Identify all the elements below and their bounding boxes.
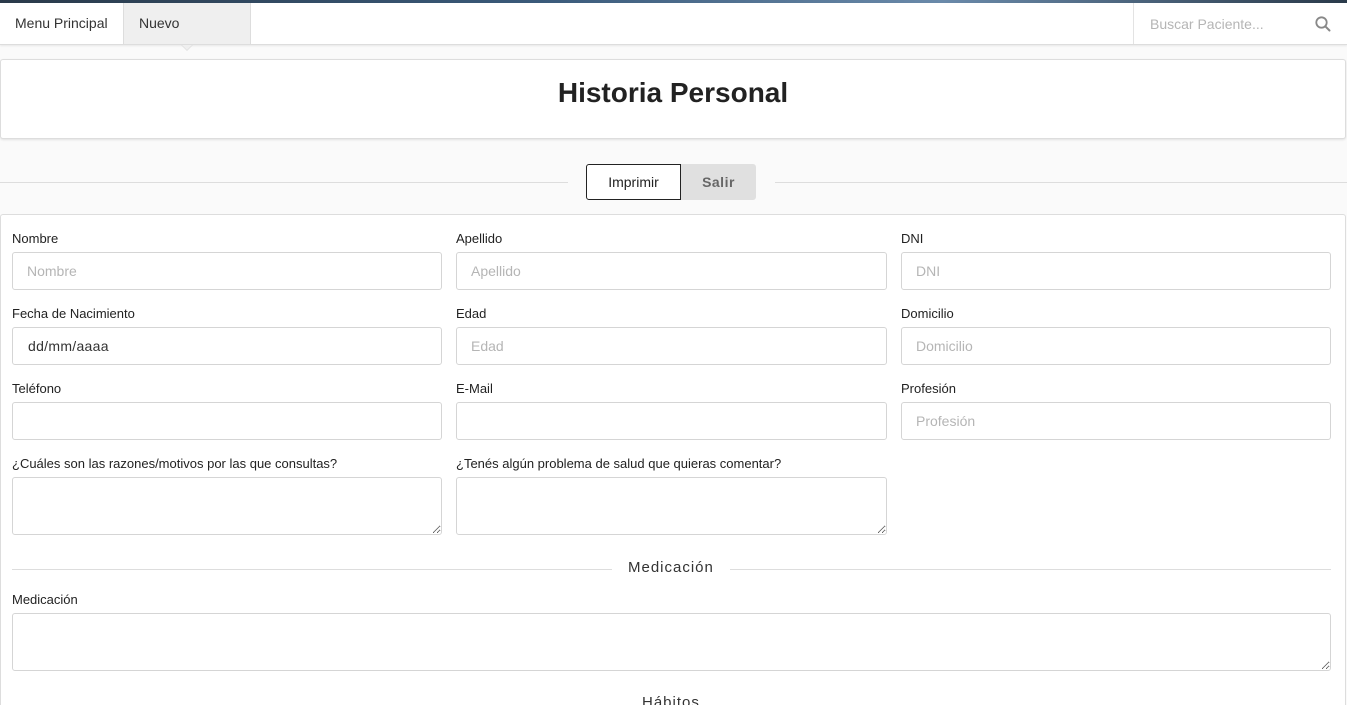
actions-divider-right [775, 182, 1347, 183]
salud-label: ¿Tenés algún problema de salud que quier… [456, 456, 782, 471]
apellido-label: Apellido [456, 231, 503, 246]
page-header-card: Historia Personal [0, 59, 1346, 139]
fecha-nacimiento-label: Fecha de Nacimiento [12, 306, 135, 321]
print-button[interactable]: Imprimir [586, 164, 681, 200]
telefono-label: Teléfono [12, 381, 62, 396]
page-title: Historia Personal [557, 77, 789, 108]
nombre-field[interactable] [12, 252, 442, 290]
razones-textarea[interactable] [12, 477, 442, 535]
patient-search [1133, 3, 1347, 44]
profesion-field[interactable] [901, 402, 1331, 440]
fecha-nacimiento-value: dd/mm/aaaa [28, 338, 109, 354]
nav-item-nuevo-paciente[interactable]: Nuevo Paciente [123, 3, 251, 72]
medicacion-section-title: Medicación [612, 559, 730, 576]
active-caret-inner [182, 45, 192, 50]
domicilio-field[interactable] [901, 327, 1331, 365]
top-navbar: Menu Principal Nuevo Paciente [0, 3, 1347, 72]
dni-field[interactable] [901, 252, 1331, 290]
telefono-field[interactable] [12, 402, 442, 440]
edad-field[interactable] [456, 327, 887, 365]
email-field[interactable] [456, 402, 887, 440]
dni-label: DNI [901, 231, 924, 246]
domicilio-label: Domicilio [901, 306, 954, 321]
nombre-label: Nombre [12, 231, 59, 246]
medicacion-label: Medicación [12, 592, 78, 607]
razones-label: ¿Cuáles son las razones/motivos por las … [12, 456, 338, 471]
actions-divider-left [0, 182, 568, 183]
search-icon[interactable] [1314, 15, 1332, 33]
edad-label: Edad [456, 306, 487, 321]
medicacion-textarea[interactable] [12, 613, 1331, 671]
nav-item-menu-principal[interactable]: Menu Principal [0, 3, 123, 44]
habitos-section-title: Hábitos [626, 694, 716, 705]
nav-item-label: Menu Principal [15, 15, 108, 31]
fecha-nacimiento-field[interactable]: dd/mm/aaaa [12, 327, 442, 365]
profesion-label: Profesión [901, 381, 956, 396]
apellido-field[interactable] [456, 252, 887, 290]
salud-textarea[interactable] [456, 477, 887, 535]
exit-button[interactable]: Salir [681, 164, 756, 200]
email-label: E-Mail [456, 381, 493, 396]
